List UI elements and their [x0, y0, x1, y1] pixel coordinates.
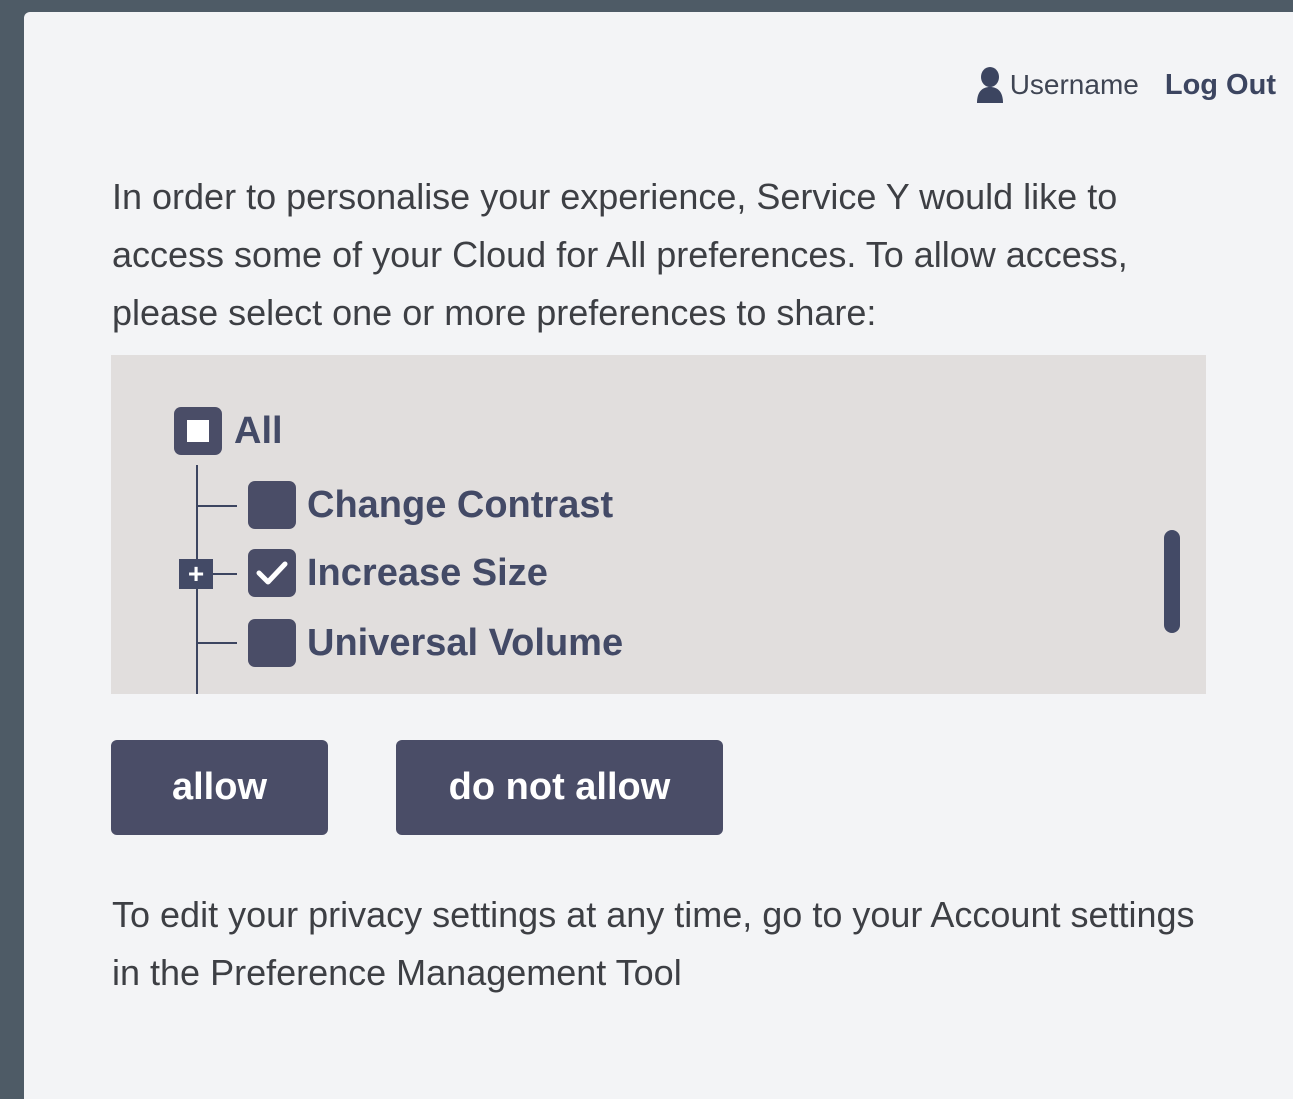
- tree-connector-change-contrast: [197, 505, 237, 507]
- preferences-tree: All Change Contrast + Increase Size Univ…: [111, 355, 1206, 694]
- expand-plus-icon[interactable]: +: [179, 559, 213, 589]
- do-not-allow-button[interactable]: do not allow: [396, 740, 723, 835]
- footer-text: To edit your privacy settings at any tim…: [112, 894, 1195, 993]
- universal-volume-checkbox[interactable]: [248, 619, 296, 667]
- indeterminate-mark-icon: [187, 420, 209, 442]
- logout-link[interactable]: Log Out: [1165, 69, 1276, 102]
- increase-size-checkbox[interactable]: [248, 549, 296, 597]
- checkmark-icon: [256, 561, 288, 585]
- user-bar: Username Log Out: [976, 66, 1276, 104]
- tree-node-increase-size: Increase Size: [248, 549, 548, 597]
- universal-volume-label: Universal Volume: [307, 621, 624, 664]
- intro-text: In order to personalise your experience,…: [112, 176, 1128, 333]
- all-label: All: [234, 409, 283, 452]
- tree-node-all: All: [174, 407, 283, 455]
- tree-connector-universal-volume: [197, 642, 237, 644]
- increase-size-label: Increase Size: [307, 551, 548, 594]
- tree-node-universal-volume: Universal Volume: [248, 619, 623, 667]
- tree-scrollbar[interactable]: [1164, 530, 1180, 633]
- username-label: Username: [1009, 69, 1139, 100]
- allow-button[interactable]: allow: [111, 740, 328, 835]
- change-contrast-label: Change Contrast: [307, 483, 614, 526]
- all-checkbox[interactable]: [174, 407, 222, 455]
- user-icon: [976, 66, 1004, 104]
- consent-panel: Username Log Out In order to personalise…: [24, 12, 1293, 1099]
- tree-node-change-contrast: Change Contrast: [248, 481, 613, 529]
- change-contrast-checkbox[interactable]: [248, 481, 296, 529]
